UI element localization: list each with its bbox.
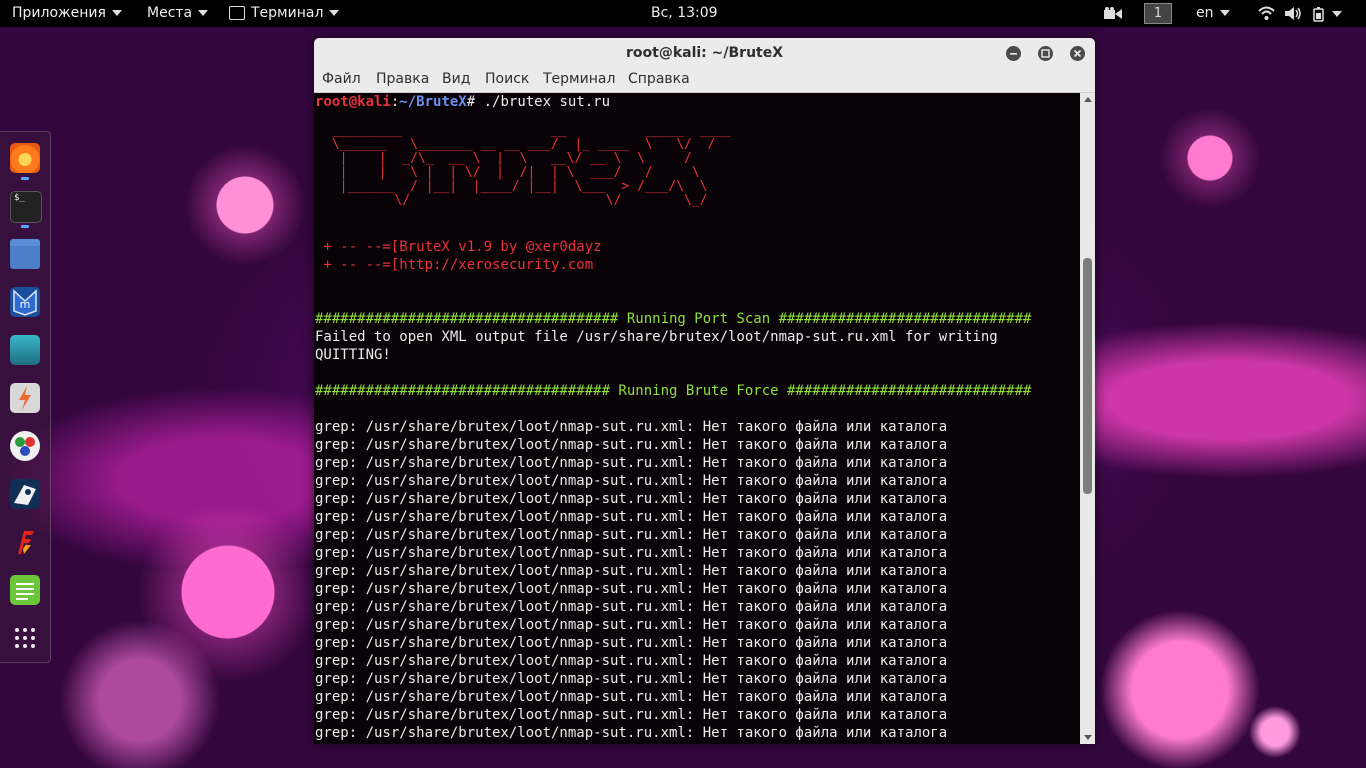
running-indicator: [21, 177, 29, 180]
files-icon[interactable]: [10, 239, 40, 269]
window-titlebar[interactable]: root@kali: ~/BruteX: [314, 38, 1095, 68]
close-button[interactable]: [1070, 46, 1085, 61]
menu-view[interactable]: Вид: [442, 71, 470, 87]
grep-error-list: grep: /usr/share/brutex/loot/nmap-sut.ru…: [315, 418, 1031, 742]
grep-error-line: grep: /usr/share/brutex/loot/nmap-sut.ru…: [315, 509, 948, 525]
applications-menu[interactable]: Приложения: [12, 0, 122, 27]
maltego-icon[interactable]: [10, 431, 40, 461]
grep-error-line: grep: /usr/share/brutex/loot/nmap-sut.ru…: [315, 437, 948, 453]
show-apps-icon[interactable]: [10, 623, 40, 653]
window-menubar: Файл Правка Вид Поиск Терминал Справка: [314, 68, 1095, 93]
grep-error-line: grep: /usr/share/brutex/loot/nmap-sut.ru…: [315, 689, 948, 705]
prompt-user: root@kali: [315, 94, 391, 110]
maximize-button[interactable]: [1038, 46, 1053, 61]
minimize-icon: [1010, 53, 1017, 55]
menu-help[interactable]: Справка: [628, 71, 690, 87]
maximize-icon: [1041, 49, 1050, 58]
places-label: Места: [147, 5, 193, 21]
menu-terminal[interactable]: Терминал: [543, 71, 615, 87]
grep-error-line: grep: /usr/share/brutex/loot/nmap-sut.ru…: [315, 563, 948, 579]
burpsuite-icon[interactable]: [10, 383, 40, 413]
places-menu[interactable]: Места: [147, 0, 209, 27]
menu-file[interactable]: Файл: [322, 71, 361, 87]
volume-icon[interactable]: [1285, 6, 1302, 21]
grep-error-line: grep: /usr/share/brutex/loot/nmap-sut.ru…: [315, 617, 948, 633]
terminal-scrollbar[interactable]: [1080, 93, 1095, 744]
minimize-button[interactable]: [1006, 46, 1021, 61]
banner-url-line: + -- --=[http://xerosecurity.com: [315, 257, 594, 273]
keyboard-layout-label: en: [1196, 5, 1214, 21]
beef-icon[interactable]: [10, 479, 40, 509]
terminal-app-label: Терминал: [251, 5, 324, 21]
grep-error-line: grep: /usr/share/brutex/loot/nmap-sut.ru…: [315, 473, 948, 489]
grep-error-line: grep: /usr/share/brutex/loot/nmap-sut.ru…: [315, 725, 948, 741]
running-indicator: [21, 225, 29, 228]
power-menu-icon[interactable]: [1313, 6, 1331, 22]
command-text: ./brutex sut.ru: [475, 94, 611, 110]
nmap-error-line: Failed to open XML output file /usr/shar…: [315, 329, 998, 345]
scrollbar-thumb[interactable]: [1083, 258, 1092, 494]
grep-error-line: grep: /usr/share/brutex/loot/nmap-sut.ru…: [315, 419, 948, 435]
video-camera-icon[interactable]: [1104, 7, 1122, 20]
grep-error-line: grep: /usr/share/brutex/loot/nmap-sut.ru…: [315, 707, 948, 723]
menu-edit[interactable]: Правка: [376, 71, 429, 87]
grep-error-line: grep: /usr/share/brutex/loot/nmap-sut.ru…: [315, 653, 948, 669]
scroll-up-icon[interactable]: [1084, 97, 1092, 102]
terminal-app-menu[interactable]: Терминал: [229, 0, 340, 27]
firefox-icon[interactable]: [10, 143, 40, 173]
chevron-down-icon: [198, 10, 209, 16]
chevron-down-icon: [329, 10, 340, 16]
terminal-icon[interactable]: $_: [10, 191, 42, 223]
dock: $_ m: [0, 131, 51, 663]
chevron-down-icon[interactable]: [1332, 11, 1342, 17]
terminal-icon: [229, 6, 245, 20]
clock[interactable]: Вс, 13:09: [651, 0, 718, 27]
quitting-line: QUITTING!: [315, 347, 391, 363]
scroll-down-icon[interactable]: [1084, 735, 1092, 740]
grep-error-line: grep: /usr/share/brutex/loot/nmap-sut.ru…: [315, 581, 948, 597]
armitage-icon[interactable]: [10, 335, 40, 365]
chevron-down-icon: [1219, 10, 1230, 16]
prompt-symbol: #: [466, 94, 476, 110]
svg-text:m: m: [20, 298, 31, 311]
top-bar: Приложения Места Терминал Вс, 13:09 1 en: [0, 0, 1366, 27]
grep-error-line: grep: /usr/share/brutex/loot/nmap-sut.ru…: [315, 599, 948, 615]
grep-error-line: grep: /usr/share/brutex/loot/nmap-sut.ru…: [315, 527, 948, 543]
brute-force-header: ################################### Runn…: [315, 383, 1032, 399]
terminal-output[interactable]: root@kali:~/BruteX# ./brutex sut.ru ____…: [314, 93, 1081, 744]
port-scan-header: #################################### Run…: [315, 311, 1032, 327]
leafpad-icon[interactable]: [10, 575, 40, 605]
grep-error-line: grep: /usr/share/brutex/loot/nmap-sut.ru…: [315, 455, 948, 471]
prompt-line: root@kali:~/BruteX# ./brutex sut.ru: [315, 93, 1081, 111]
applications-label: Приложения: [12, 5, 106, 21]
brutex-ascii-banner: _________ __ _____ ____ \______ \_______…: [331, 123, 731, 208]
grep-error-line: grep: /usr/share/brutex/loot/nmap-sut.ru…: [315, 671, 948, 687]
wifi-icon[interactable]: [1258, 6, 1275, 20]
workspace-indicator[interactable]: 1: [1144, 3, 1172, 24]
grep-error-line: grep: /usr/share/brutex/loot/nmap-sut.ru…: [315, 545, 948, 561]
close-icon: [1073, 49, 1082, 58]
terminal-window: root@kali: ~/BruteX Файл Правка Вид Поис…: [314, 38, 1095, 744]
keyboard-layout[interactable]: en: [1196, 0, 1230, 27]
menu-search[interactable]: Поиск: [485, 71, 529, 87]
banner-version-line: + -- --=[BruteX v1.9 by @xer0dayz: [315, 239, 602, 255]
faraday-icon[interactable]: [10, 527, 40, 557]
prompt-path: ~/BruteX: [399, 94, 467, 110]
grep-error-line: grep: /usr/share/brutex/loot/nmap-sut.ru…: [315, 491, 948, 507]
chevron-down-icon: [111, 10, 122, 16]
window-title: root@kali: ~/BruteX: [625, 45, 784, 61]
metasploit-icon[interactable]: m: [10, 287, 40, 317]
grep-error-line: grep: /usr/share/brutex/loot/nmap-sut.ru…: [315, 635, 948, 651]
